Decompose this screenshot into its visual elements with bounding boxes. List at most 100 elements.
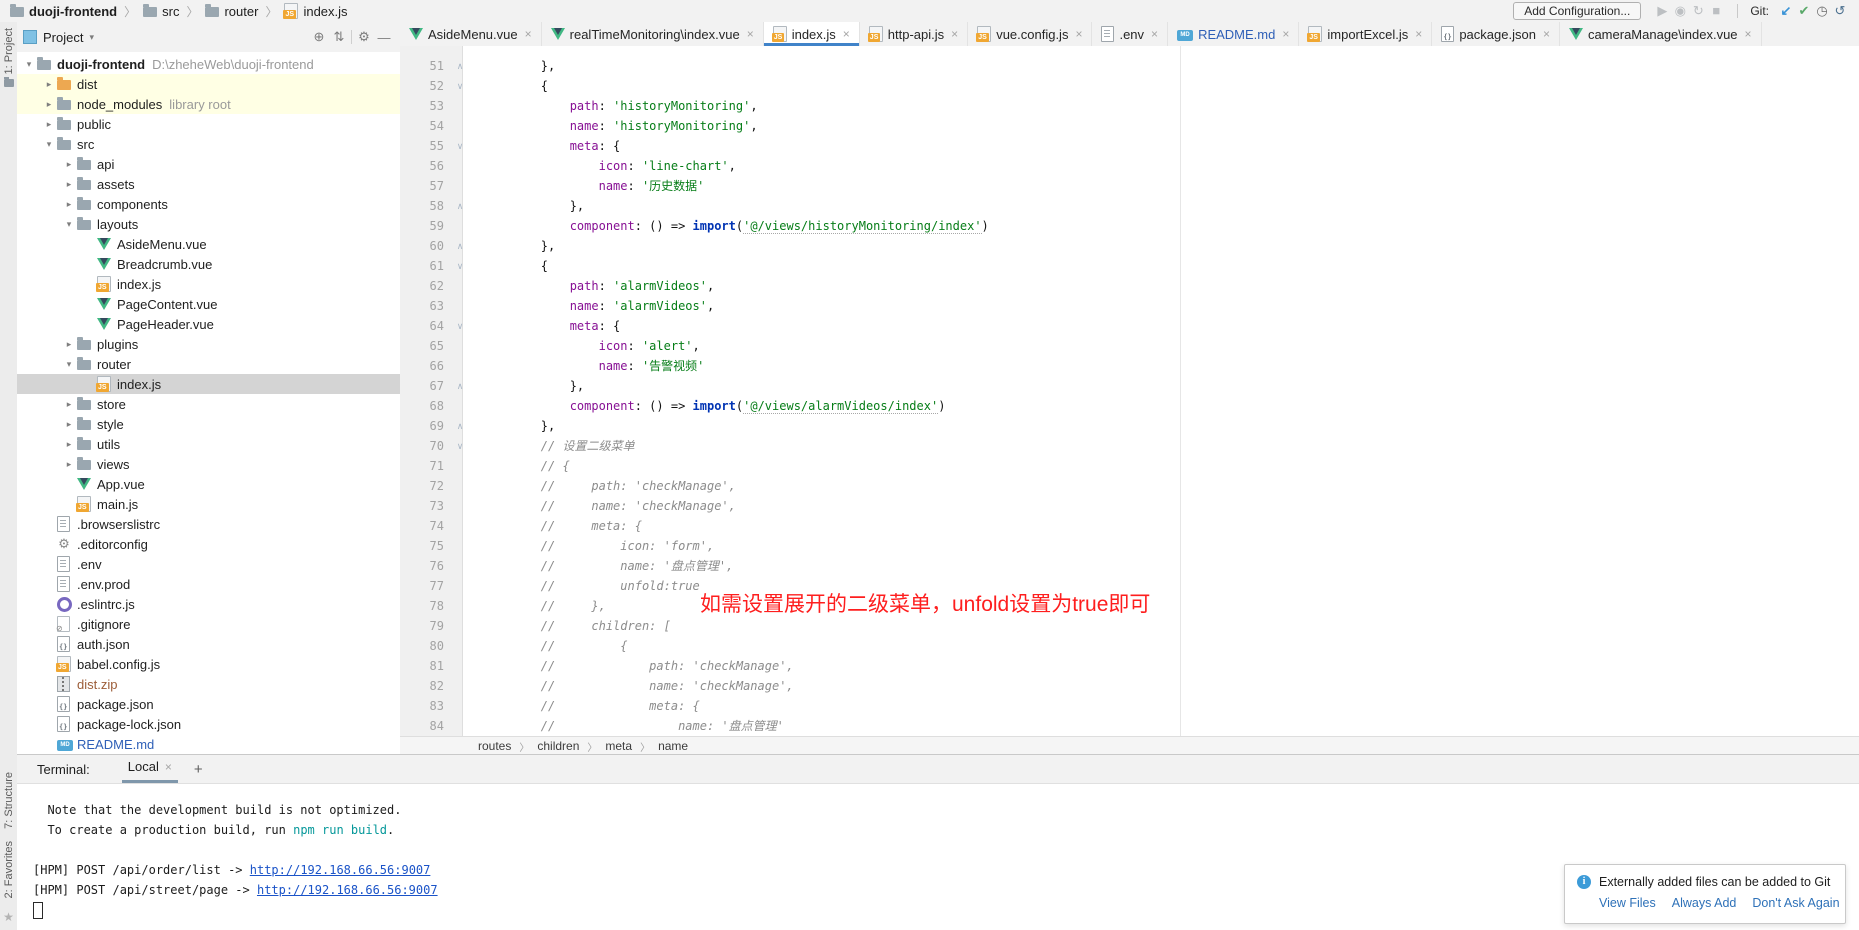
code-line-68[interactable]: 68 component: () => import('@/views/alar… [400,396,1859,416]
fold-end-icon[interactable]: ∧ [452,56,468,76]
tree-item-router[interactable]: ▾router [17,354,400,374]
chevron-collapsed-icon[interactable]: ▸ [61,339,77,350]
close-icon[interactable]: × [525,27,532,41]
hide-icon[interactable]: — [374,30,394,45]
code-line-66[interactable]: 66 name: '告警视频' [400,356,1859,376]
tree-item-utils[interactable]: ▸utils [17,434,400,454]
chevron-collapsed-icon[interactable]: ▸ [61,419,77,430]
git-commit-icon[interactable]: ✔ [1795,3,1813,19]
tool-window-button-project[interactable]: 1: Project [3,28,15,74]
editor-tab-asidemenu-vue[interactable]: AsideMenu.vue× [400,22,542,46]
breadcrumb-item-src[interactable]: src [143,4,179,19]
chevron-collapsed-icon[interactable]: ▸ [61,159,77,170]
close-icon[interactable]: × [843,27,850,41]
close-icon[interactable]: × [1415,27,1422,41]
editor-tab-vue-config-js[interactable]: vue.config.js× [968,22,1092,46]
tree-item-assets[interactable]: ▸assets [17,174,400,194]
debug-icon[interactable]: ◉ [1671,3,1689,19]
terminal-tab-local[interactable]: Local × [122,759,178,783]
git-rollback-icon[interactable]: ↺ [1831,3,1849,19]
editor-tab-realtimemonitoring-index-vue[interactable]: realTimeMonitoring\index.vue× [542,22,764,46]
code-line-73[interactable]: 73 // name: 'checkManage', [400,496,1859,516]
tree-item-pagecontent-vue[interactable]: PageContent.vue [17,294,400,314]
code-line-53[interactable]: 53 path: 'historyMonitoring', [400,96,1859,116]
tool-window-button-favorites[interactable]: 2: Favorites [3,841,15,898]
editor-tab-importexcel-js[interactable]: importExcel.js× [1299,22,1432,46]
editor-tab-package-json[interactable]: package.json× [1432,22,1560,46]
tree-item-views[interactable]: ▸views [17,454,400,474]
tree-item-eslintrc-js[interactable]: .eslintrc.js [17,594,400,614]
code-line-74[interactable]: 74 // meta: { [400,516,1859,536]
tree-item-auth-json[interactable]: auth.json [17,634,400,654]
tree-item-pageheader-vue[interactable]: PageHeader.vue [17,314,400,334]
tree-item-asidemenu-vue[interactable]: AsideMenu.vue [17,234,400,254]
chevron-collapsed-icon[interactable]: ▸ [41,79,57,90]
tree-item-api[interactable]: ▸api [17,154,400,174]
tree-item-dist[interactable]: ▸dist [17,74,400,94]
code-line-54[interactable]: 54 name: 'historyMonitoring', [400,116,1859,136]
tree-item-layouts[interactable]: ▾layouts [17,214,400,234]
tree-item-package-lock-json[interactable]: package-lock.json [17,714,400,734]
tree-item-dist-zip[interactable]: dist.zip [17,674,400,694]
code-line-75[interactable]: 75 // icon: 'form', [400,536,1859,556]
code-line-52[interactable]: 52∨ { [400,76,1859,96]
code-line-55[interactable]: 55∨ meta: { [400,136,1859,156]
code-line-57[interactable]: 57 name: '历史数据' [400,176,1859,196]
tree-item-readme-md[interactable]: README.md [17,734,400,754]
editor-tab-http-api-js[interactable]: http-api.js× [860,22,968,46]
editor-breadcrumb-meta[interactable]: meta [605,739,632,753]
tree-item-breadcrumb-vue[interactable]: Breadcrumb.vue [17,254,400,274]
code-line-63[interactable]: 63 name: 'alarmVideos', [400,296,1859,316]
code-line-67[interactable]: 67∧ }, [400,376,1859,396]
code-line-82[interactable]: 82 // name: 'checkManage', [400,676,1859,696]
code-line-61[interactable]: 61∨ { [400,256,1859,276]
tree-item-main-js[interactable]: main.js [17,494,400,514]
fold-end-icon[interactable]: ∧ [452,196,468,216]
terminal-link[interactable]: http://192.168.66.56:9007 [257,883,438,897]
git-update-icon[interactable]: ↙ [1777,3,1795,19]
tree-item-browserslistrc[interactable]: .browserslistrc [17,514,400,534]
fold-start-icon[interactable]: ∨ [452,436,468,456]
close-icon[interactable]: × [747,27,754,41]
code-line-56[interactable]: 56 icon: 'line-chart', [400,156,1859,176]
chevron-collapsed-icon[interactable]: ▸ [61,399,77,410]
fold-start-icon[interactable]: ∨ [452,76,468,96]
code-line-83[interactable]: 83 // meta: { [400,696,1859,716]
editor-breadcrumb-routes[interactable]: routes [478,739,511,753]
tree-item-env[interactable]: .env [17,554,400,574]
close-icon[interactable]: × [165,760,172,774]
project-view-selector[interactable]: Project ▾ [23,30,309,45]
fold-end-icon[interactable]: ∧ [452,236,468,256]
tree-item-package-json[interactable]: package.json [17,694,400,714]
tree-item-public[interactable]: ▸public [17,114,400,134]
tree-item-style[interactable]: ▸style [17,414,400,434]
breadcrumb-item-index-js[interactable]: index.js [284,3,347,19]
tree-item-node-modules[interactable]: ▸node_moduleslibrary root [17,94,400,114]
close-icon[interactable]: × [951,27,958,41]
code-line-79[interactable]: 79 // children: [ [400,616,1859,636]
code-line-58[interactable]: 58∧ }, [400,196,1859,216]
tree-item-components[interactable]: ▸components [17,194,400,214]
chevron-expanded-icon[interactable]: ▾ [41,139,57,150]
close-icon[interactable]: × [1282,27,1289,41]
tree-item-app-vue[interactable]: App.vue [17,474,400,494]
run-icon[interactable]: ▶ [1653,3,1671,19]
code-line-80[interactable]: 80 // { [400,636,1859,656]
close-icon[interactable]: × [1075,27,1082,41]
code-line-69[interactable]: 69∧ }, [400,416,1859,436]
editor-tab-readme-md[interactable]: README.md× [1168,22,1299,46]
tool-window-button-structure[interactable]: 7: Structure [3,772,15,829]
code-line-71[interactable]: 71 // { [400,456,1859,476]
code-editor[interactable]: 51∧ },52∨ {53 path: 'historyMonitoring',… [400,46,1859,736]
fold-start-icon[interactable]: ∨ [452,316,468,336]
editor-tab-env[interactable]: .env× [1092,22,1168,46]
close-icon[interactable]: × [1745,27,1752,41]
tree-item-duoji-frontend[interactable]: ▾duoji-frontendD:\zheheWeb\duoji-fronten… [17,54,400,74]
fold-end-icon[interactable]: ∧ [452,376,468,396]
add-configuration-button[interactable]: Add Configuration... [1513,2,1641,20]
code-line-70[interactable]: 70∨ // 设置二级菜单 [400,436,1859,456]
chevron-collapsed-icon[interactable]: ▸ [61,199,77,210]
editor-tab-index-js[interactable]: index.js× [764,22,860,46]
new-terminal-session-button[interactable]: + [194,761,203,778]
tree-item-src[interactable]: ▾src [17,134,400,154]
